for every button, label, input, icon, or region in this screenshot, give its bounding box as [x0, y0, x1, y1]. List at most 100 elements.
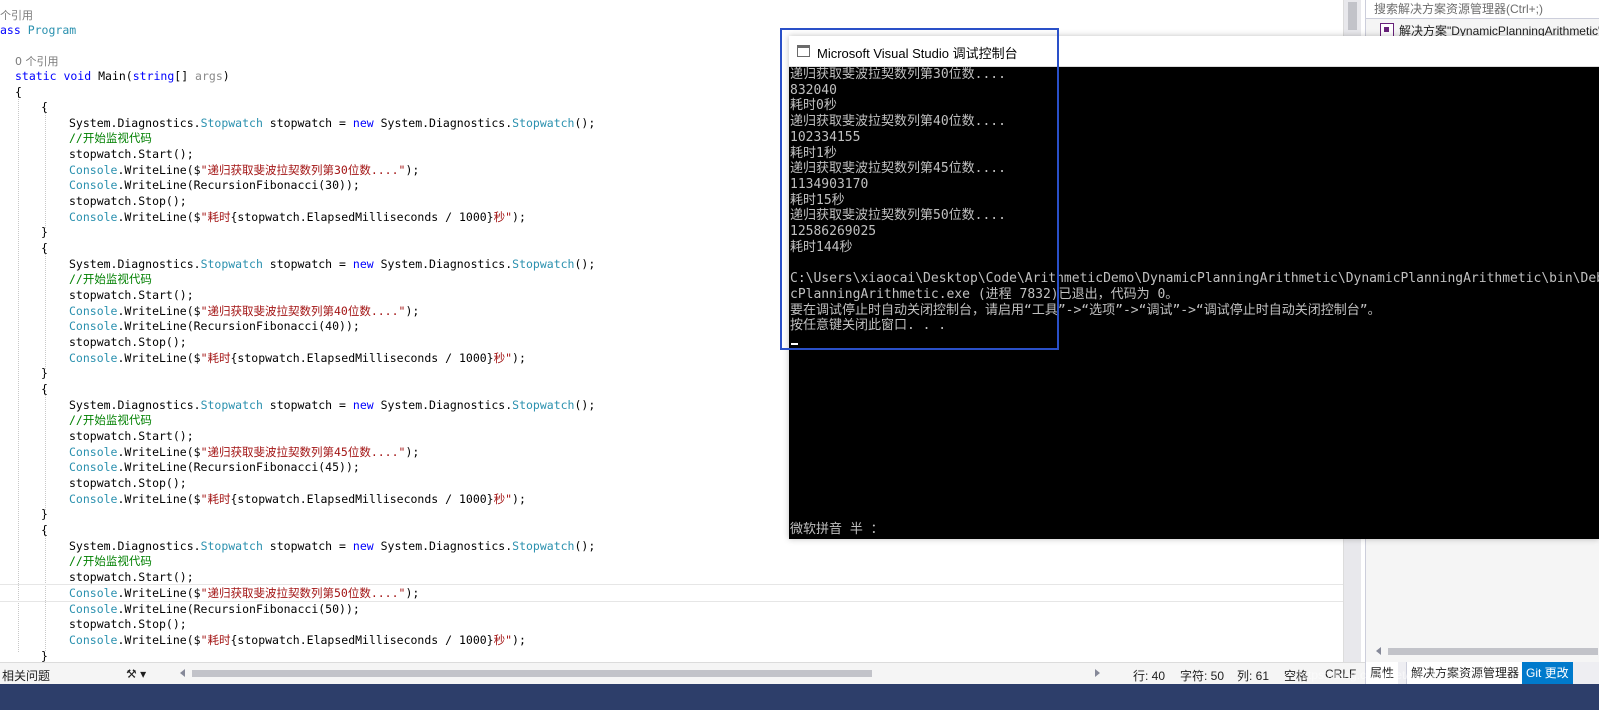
- code-token: Stopwatch: [200, 116, 263, 130]
- solution-horizontal-scrollbar[interactable]: [1376, 647, 1599, 656]
- code-token: System.Diagnostics.: [373, 398, 513, 412]
- code-line: //开始监视代码: [69, 130, 152, 146]
- code-token: "递归获取斐波拉契数列第40位数....": [200, 304, 406, 318]
- code-token: {stopwatch.ElapsedMilliseconds / 1000}: [230, 492, 494, 506]
- code-token: {stopwatch.ElapsedMilliseconds / 1000}: [230, 210, 494, 224]
- code-token: stopwatch =: [262, 398, 353, 412]
- tab-git-changes[interactable]: Git 更改: [1522, 662, 1573, 684]
- code-token: {: [41, 382, 48, 396]
- code-token: stopwatch.Stop();: [69, 476, 187, 490]
- code-line: Console.WriteLine(RecursionFibonacci(40)…: [69, 318, 360, 334]
- code-line: }: [41, 224, 48, 240]
- code-token: stopwatch.Start();: [69, 288, 194, 302]
- code-token: .WriteLine(RecursionFibonacci(50));: [117, 602, 360, 616]
- code-token: stopwatch.Start();: [69, 570, 194, 584]
- code-line: stopwatch.Stop();: [69, 193, 187, 209]
- code-token: System.Diagnostics.: [69, 398, 201, 412]
- code-token: .WriteLine($: [117, 304, 201, 318]
- code-token: Console: [69, 163, 118, 177]
- console-line: C:\Users\xiaocai\Desktop\Code\Arithmetic…: [790, 271, 1599, 287]
- code-token: 秒": [493, 633, 513, 647]
- debug-console-window[interactable]: Microsoft Visual Studio 调试控制台 递归获取斐波拉契数列…: [789, 36, 1599, 539]
- code-token: Stopwatch: [200, 539, 263, 553]
- code-token: );: [405, 304, 420, 318]
- code-line: Console.WriteLine($"递归获取斐波拉契数列第45位数...."…: [69, 444, 419, 460]
- code-token: "耗时: [200, 351, 231, 365]
- console-line: 耗时1秒: [790, 145, 837, 161]
- code-line: ass Program: [0, 22, 76, 38]
- code-token: Console: [69, 351, 118, 365]
- code-line: }: [41, 365, 48, 381]
- code-line: //开始监视代码: [69, 271, 152, 287]
- code-line: static void Main(string[] args): [15, 68, 230, 84]
- code-token: );: [512, 633, 526, 647]
- code-token: Console: [69, 460, 118, 474]
- code-line: {: [15, 84, 22, 100]
- code-line: stopwatch.Start();: [69, 287, 194, 303]
- console-line: 耗时15秒: [790, 192, 845, 208]
- indent-guide: [45, 390, 46, 510]
- code-token: new: [352, 398, 374, 412]
- code-token: System.Diagnostics.: [69, 257, 201, 271]
- console-line: 递归获取斐波拉契数列第50位数....: [790, 208, 1006, 224]
- code-line: Console.WriteLine(RecursionFibonacci(30)…: [69, 177, 360, 193]
- code-token: );: [512, 492, 526, 506]
- console-line: 832040: [790, 82, 837, 98]
- code-line: Console.WriteLine($"耗时{stopwatch.Elapsed…: [69, 632, 526, 648]
- scroll-left-icon[interactable]: [1376, 647, 1381, 655]
- console-title: Microsoft Visual Studio 调试控制台: [817, 46, 1018, 61]
- indent-guide: [18, 92, 19, 652]
- reference-count-lens[interactable]: 个引用: [0, 7, 33, 23]
- code-token: );: [405, 445, 420, 459]
- scroll-right-icon[interactable]: [1095, 669, 1100, 677]
- console-output[interactable]: 递归获取斐波拉契数列第30位数.... 832040 耗时0秒 递归获取斐波拉契…: [789, 67, 1599, 539]
- console-title-bar[interactable]: Microsoft Visual Studio 调试控制台: [789, 36, 1599, 67]
- column-indicator[interactable]: 列: 61: [1237, 667, 1269, 684]
- line-indicator[interactable]: 行: 40: [1133, 667, 1165, 684]
- code-token: {: [41, 523, 48, 537]
- char-indicator[interactable]: 字符: 50: [1180, 667, 1224, 684]
- code-token: Console: [69, 602, 118, 616]
- console-line: 耗时0秒: [790, 98, 837, 114]
- code-token: System.Diagnostics.: [373, 257, 513, 271]
- scroll-left-icon[interactable]: [180, 669, 185, 677]
- code-token: .WriteLine($: [117, 351, 201, 365]
- code-token: }: [41, 366, 48, 380]
- code-token: "递归获取斐波拉契数列第45位数....": [200, 445, 406, 459]
- indent-guide: [45, 108, 46, 228]
- solution-search-input[interactable]: 搜索解决方案资源管理器(Ctrl+;): [1366, 0, 1599, 19]
- issues-label[interactable]: 相关问题: [2, 667, 50, 684]
- code-token: Console: [69, 319, 118, 333]
- scrollbar-thumb[interactable]: [1388, 648, 1598, 655]
- console-line: 递归获取斐波拉契数列第45位数....: [790, 161, 1006, 177]
- code-token: 秒": [493, 492, 513, 506]
- code-token: .WriteLine($: [117, 492, 201, 506]
- code-line: stopwatch.Start();: [69, 428, 194, 444]
- code-token: //开始监视代码: [69, 554, 152, 568]
- code-line: stopwatch.Stop();: [69, 616, 187, 632]
- code-token: .WriteLine($: [117, 586, 201, 600]
- code-token: }: [41, 225, 48, 239]
- code-token: Console: [69, 586, 118, 600]
- code-token: string: [132, 69, 175, 83]
- code-line: Console.WriteLine($"耗时{stopwatch.Elapsed…: [69, 209, 526, 225]
- code-token: Stopwatch: [512, 257, 575, 271]
- code-token: stopwatch.Stop();: [69, 335, 187, 349]
- code-token: }: [41, 507, 48, 521]
- code-token: static void: [15, 69, 99, 83]
- code-line: stopwatch.Stop();: [69, 475, 187, 491]
- scrollbar-thumb[interactable]: [192, 670, 872, 677]
- code-token: {: [41, 241, 48, 255]
- code-token: Stopwatch: [512, 398, 575, 412]
- code-token: stopwatch =: [262, 257, 353, 271]
- code-token: "耗时: [200, 633, 231, 647]
- code-token: Stopwatch: [512, 539, 575, 553]
- code-token: .WriteLine($: [117, 163, 201, 177]
- code-token: System.Diagnostics.: [69, 539, 201, 553]
- editor-horizontal-scrollbar[interactable]: [180, 669, 1100, 678]
- code-token: //开始监视代码: [69, 131, 152, 145]
- code-line: Console.WriteLine($"递归获取斐波拉契数列第30位数...."…: [69, 162, 419, 178]
- reference-count-lens[interactable]: 0 个引用: [15, 53, 59, 69]
- filter-dropdown[interactable]: ⚒ ▾: [126, 667, 146, 681]
- scrollbar-thumb[interactable]: [1348, 2, 1357, 30]
